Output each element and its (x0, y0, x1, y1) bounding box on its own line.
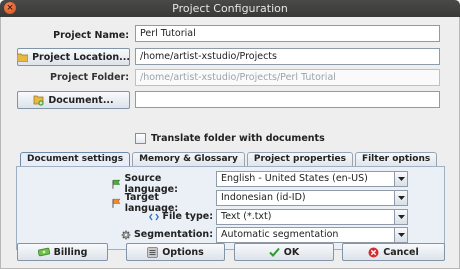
cancel-label: Cancel (383, 246, 419, 258)
segmentation-row-label: Segmentation: (112, 229, 213, 240)
file-type-select[interactable]: Text (*.txt) (216, 209, 408, 225)
source-language-select[interactable]: English - United States (en-US) (216, 171, 408, 187)
billing-label: Billing (53, 246, 88, 258)
chevron-down-icon[interactable] (394, 228, 407, 242)
options-label: Options (162, 246, 204, 258)
money-icon (37, 247, 50, 257)
segmentation-label: Segmentation: (133, 229, 213, 240)
window-title: Project Configuration (172, 2, 288, 15)
billing-button[interactable]: Billing (17, 243, 108, 261)
translate-folder-label: Translate folder with documents (151, 133, 325, 144)
file-type-label: File type: (162, 211, 213, 222)
document-settings-panel: Source language: English - United States… (16, 166, 445, 250)
document-label: Document... (48, 94, 114, 106)
checkmark-icon (269, 247, 280, 257)
document-add-icon (33, 95, 44, 106)
segmentation-value: Automatic segmentation (221, 229, 339, 240)
settings-tabs: Document settings Memory & Glossary Proj… (20, 152, 438, 168)
target-language-value: Indonesian (id-ID) (221, 192, 306, 203)
project-location-input[interactable]: /home/artist-xstudio/Projects (135, 48, 440, 65)
options-button[interactable]: Options (126, 243, 225, 261)
ok-label: OK (283, 246, 300, 258)
segmentation-select[interactable]: Automatic segmentation (216, 227, 408, 243)
code-brackets-icon (149, 213, 160, 220)
chevron-down-icon[interactable] (394, 210, 407, 224)
folder-icon (17, 53, 29, 62)
flag-orange-icon (112, 198, 121, 208)
title-bar: × Project Configuration (0, 0, 460, 17)
project-name-label: Project Name: (53, 30, 129, 41)
ok-button[interactable]: OK (234, 243, 334, 261)
gear-icon (121, 230, 131, 239)
document-input[interactable] (135, 91, 440, 108)
project-folder-label: Project Folder: (50, 72, 129, 83)
project-location-button[interactable]: Project Location... (17, 48, 130, 66)
flag-green-icon (112, 179, 121, 189)
tab-filter-options[interactable]: Filter options (354, 152, 438, 167)
chevron-down-icon[interactable] (394, 172, 407, 186)
project-config-dialog: Project Name: Perl Tutorial Project Loca… (0, 17, 460, 269)
file-type-value: Text (*.txt) (221, 211, 272, 222)
document-button[interactable]: Document... (17, 91, 130, 109)
cancel-icon (368, 247, 379, 257)
translate-folder-option[interactable]: Translate folder with documents (135, 133, 325, 144)
translate-folder-checkbox[interactable] (135, 133, 146, 144)
project-location-label: Project Location... (32, 51, 130, 63)
chevron-down-icon[interactable] (394, 191, 407, 205)
tab-project-properties[interactable]: Project properties (246, 152, 353, 167)
project-folder-input: /home/artist-xstudio/Projects/Perl Tutor… (135, 69, 440, 86)
tab-memory-glossary[interactable]: Memory & Glossary (132, 152, 245, 167)
project-name-input[interactable]: Perl Tutorial (135, 25, 440, 42)
source-language-value: English - United States (en-US) (221, 173, 368, 184)
file-type-row-label: File type: (112, 211, 213, 222)
cancel-button[interactable]: Cancel (342, 243, 445, 261)
options-icon (147, 246, 159, 258)
target-language-select[interactable]: Indonesian (id-ID) (216, 190, 408, 206)
